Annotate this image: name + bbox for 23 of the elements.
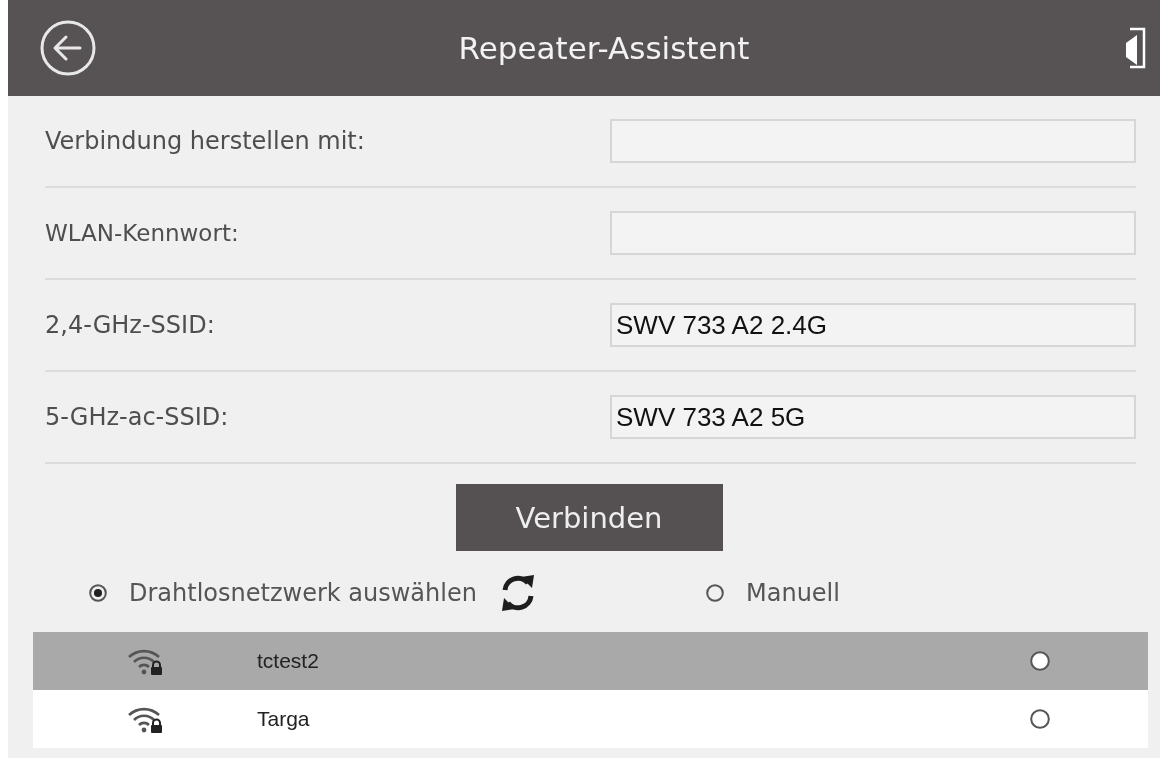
field-label: 5-GHz-ac-SSID: xyxy=(45,403,230,431)
radio-button[interactable] xyxy=(89,584,107,602)
option-label: Drahtlosnetzwerk auswählen xyxy=(129,579,477,607)
field-label: Verbindung herstellen mit: xyxy=(45,127,366,155)
connect-button[interactable]: Verbinden xyxy=(455,484,723,551)
radio-button[interactable] xyxy=(1030,651,1050,671)
network-name: tctest2 xyxy=(257,649,320,673)
exit-door-icon xyxy=(1124,27,1146,69)
radio-button[interactable] xyxy=(706,584,724,602)
page-title: Repeater-Assistent xyxy=(458,30,750,66)
radio-button[interactable] xyxy=(1030,709,1050,729)
back-button[interactable] xyxy=(40,20,96,76)
network-name: Targa xyxy=(257,707,311,731)
field-label: 2,4-GHz-SSID: xyxy=(45,311,216,339)
network-row[interactable]: tctest2 xyxy=(33,632,1148,690)
exit-button[interactable] xyxy=(1124,27,1146,69)
network-row[interactable]: Targa xyxy=(33,690,1148,748)
field-label: WLAN-Kennwort: xyxy=(45,220,240,246)
option-label: Manuell xyxy=(746,579,840,607)
input-field[interactable]: SWV 733 A2 2.4G xyxy=(610,303,1136,347)
input-field[interactable] xyxy=(610,119,1136,163)
input-field[interactable] xyxy=(610,211,1136,255)
input-field[interactable]: SWV 733 A2 5G xyxy=(610,395,1136,439)
